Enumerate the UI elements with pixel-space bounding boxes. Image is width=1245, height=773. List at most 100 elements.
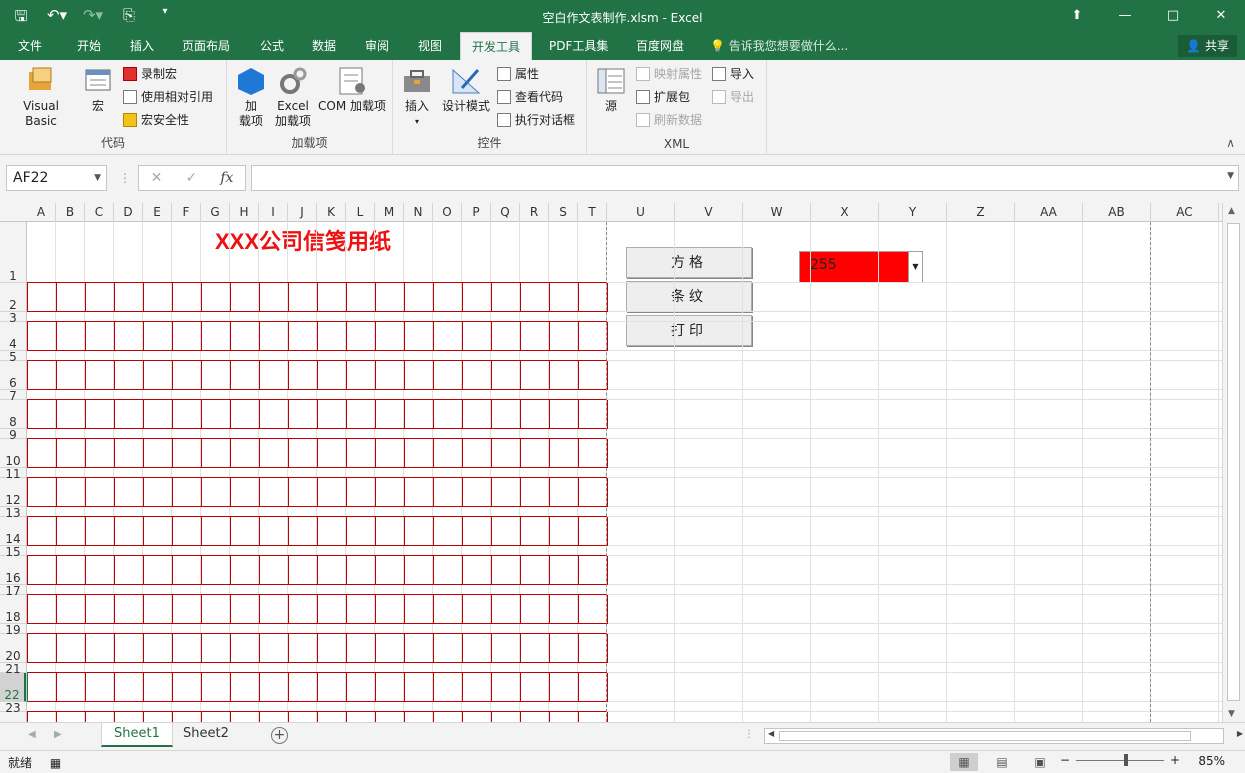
properties-button[interactable]: 属性 bbox=[497, 64, 539, 84]
column-header[interactable]: F bbox=[172, 203, 201, 222]
view-code-button[interactable]: 查看代码 bbox=[497, 87, 563, 107]
tab-baidu-netdisk[interactable]: 百度网盘 bbox=[625, 32, 695, 60]
grid-style-button[interactable]: 方格 bbox=[626, 247, 752, 278]
addins-button[interactable]: 加 载项 bbox=[233, 66, 269, 129]
row-header[interactable]: 20 bbox=[0, 634, 26, 663]
refresh-data-button[interactable]: 刷新数据 bbox=[636, 110, 702, 130]
scroll-down-icon[interactable]: ▼ bbox=[1228, 709, 1235, 719]
row-header[interactable]: 9 bbox=[0, 429, 26, 441]
selected-cell[interactable] bbox=[27, 672, 28, 702]
collapse-ribbon-icon[interactable]: ∧ bbox=[1226, 136, 1235, 150]
column-header[interactable]: Q bbox=[491, 203, 520, 222]
row-header[interactable]: 11 bbox=[0, 468, 26, 480]
map-properties-button[interactable]: 映射属性 bbox=[636, 64, 702, 84]
resize-handle[interactable]: ⋮ bbox=[119, 171, 131, 185]
column-header[interactable]: U bbox=[607, 203, 675, 222]
row-header[interactable]: 7 bbox=[0, 390, 26, 402]
macro-record-icon[interactable]: ▦ bbox=[50, 756, 61, 770]
tab-pdf-tools[interactable]: PDF工具集 bbox=[538, 32, 619, 60]
column-header[interactable]: R bbox=[520, 203, 549, 222]
column-header[interactable]: I bbox=[259, 203, 288, 222]
normal-view-icon[interactable]: ▦ bbox=[950, 753, 978, 771]
tab-split-handle[interactable]: ⋮ bbox=[744, 729, 754, 740]
row-header[interactable]: 12 bbox=[0, 478, 26, 507]
row-header[interactable]: 16 bbox=[0, 556, 26, 585]
tab-developer[interactable]: 开发工具 bbox=[460, 32, 533, 60]
chevron-down-icon[interactable]: ▼ bbox=[908, 252, 922, 282]
import-button[interactable]: 导入 bbox=[712, 64, 754, 84]
column-header[interactable]: E bbox=[143, 203, 172, 222]
stripe-style-button[interactable]: 条纹 bbox=[626, 281, 752, 312]
zoom-thumb[interactable] bbox=[1124, 753, 1129, 766]
excel-addins-button[interactable]: Excel 加载项 bbox=[273, 66, 313, 129]
row-header[interactable]: 21 bbox=[0, 663, 26, 675]
print-button[interactable]: 打印 bbox=[626, 315, 752, 346]
row-header[interactable]: 19 bbox=[0, 624, 26, 636]
row-header[interactable]: 5 bbox=[0, 351, 26, 363]
expansion-packs-button[interactable]: 扩展包 bbox=[636, 87, 690, 107]
column-header[interactable]: H bbox=[230, 203, 259, 222]
column-header[interactable]: AA bbox=[1015, 203, 1083, 222]
row-header[interactable]: 22 bbox=[0, 673, 26, 702]
worksheet-grid[interactable]: XXX公司信笺用纸 方格 条纹 打印 255 ▼ bbox=[27, 222, 1222, 722]
page-layout-view-icon[interactable]: ▤ bbox=[988, 753, 1016, 771]
row-header[interactable]: 23 bbox=[0, 702, 26, 714]
row-header[interactable]: 8 bbox=[0, 400, 26, 429]
row-header[interactable]: 3 bbox=[0, 312, 26, 324]
xml-source-button[interactable]: 源 bbox=[593, 66, 629, 114]
column-header[interactable]: P bbox=[462, 203, 491, 222]
row-header[interactable]: 4 bbox=[0, 322, 26, 351]
color-combo-box[interactable]: 255 ▼ bbox=[799, 251, 923, 283]
insert-function-icon[interactable]: fx bbox=[220, 170, 233, 186]
column-header[interactable]: W bbox=[743, 203, 811, 222]
column-header[interactable]: G bbox=[201, 203, 230, 222]
column-header[interactable]: K bbox=[317, 203, 346, 222]
maximize-icon[interactable]: □ bbox=[1149, 0, 1197, 32]
column-header[interactable]: X bbox=[811, 203, 879, 222]
zoom-slider[interactable]: − + bbox=[1060, 753, 1180, 767]
export-button[interactable]: 导出 bbox=[712, 87, 754, 107]
row-header[interactable]: 1 bbox=[0, 222, 26, 283]
scroll-right-icon[interactable]: ▶ bbox=[1237, 729, 1243, 738]
zoom-out-icon[interactable]: − bbox=[1060, 753, 1070, 767]
row-header[interactable]: 15 bbox=[0, 546, 26, 558]
scroll-thumb[interactable] bbox=[1227, 223, 1240, 701]
column-header[interactable]: AB bbox=[1083, 203, 1151, 222]
visual-basic-button[interactable]: Visual Basic bbox=[6, 66, 76, 129]
h-scroll-thumb[interactable] bbox=[779, 731, 1191, 741]
column-header[interactable]: V bbox=[675, 203, 743, 222]
column-header[interactable]: Y bbox=[879, 203, 947, 222]
column-header[interactable]: N bbox=[404, 203, 433, 222]
next-sheet-icon[interactable]: ▶ bbox=[54, 729, 62, 740]
column-header[interactable]: B bbox=[56, 203, 85, 222]
tab-home[interactable]: 开始 bbox=[66, 32, 112, 60]
add-sheet-icon[interactable]: + bbox=[271, 727, 288, 744]
tell-me-box[interactable]: 💡 告诉我您想要做什么... bbox=[710, 32, 848, 60]
sheet-tab-sheet1[interactable]: Sheet1 bbox=[101, 723, 173, 747]
column-header[interactable]: A bbox=[27, 203, 56, 222]
column-header[interactable]: S bbox=[549, 203, 578, 222]
row-header[interactable]: 6 bbox=[0, 361, 26, 390]
row-header[interactable]: 10 bbox=[0, 439, 26, 468]
name-box[interactable]: AF22 ▼ bbox=[6, 165, 107, 191]
scroll-up-icon[interactable]: ▲ bbox=[1228, 206, 1235, 216]
formula-input[interactable]: ▼ bbox=[251, 165, 1239, 191]
column-header[interactable]: M bbox=[375, 203, 404, 222]
zoom-track[interactable] bbox=[1076, 753, 1164, 766]
column-header[interactable]: Z bbox=[947, 203, 1015, 222]
tab-file[interactable]: 文件 bbox=[7, 32, 53, 60]
share-button[interactable]: 👤 共享 bbox=[1178, 35, 1237, 57]
column-header[interactable]: T bbox=[578, 203, 607, 222]
tab-data[interactable]: 数据 bbox=[301, 32, 347, 60]
insert-control-button[interactable]: 插入 ▾ bbox=[399, 66, 435, 129]
column-header[interactable]: J bbox=[288, 203, 317, 222]
zoom-level[interactable]: 85% bbox=[1198, 754, 1225, 768]
tab-formulas[interactable]: 公式 bbox=[249, 32, 295, 60]
macro-security-button[interactable]: 宏安全性 bbox=[123, 110, 189, 130]
macros-button[interactable]: 宏 bbox=[80, 66, 116, 114]
vertical-scrollbar[interactable]: ▲ ▼ bbox=[1222, 203, 1245, 722]
record-macro-button[interactable]: 录制宏 bbox=[123, 64, 177, 84]
column-header[interactable]: O bbox=[433, 203, 462, 222]
sheet-tab-sheet2[interactable]: Sheet2 bbox=[171, 723, 241, 747]
minimize-icon[interactable]: — bbox=[1101, 0, 1149, 32]
